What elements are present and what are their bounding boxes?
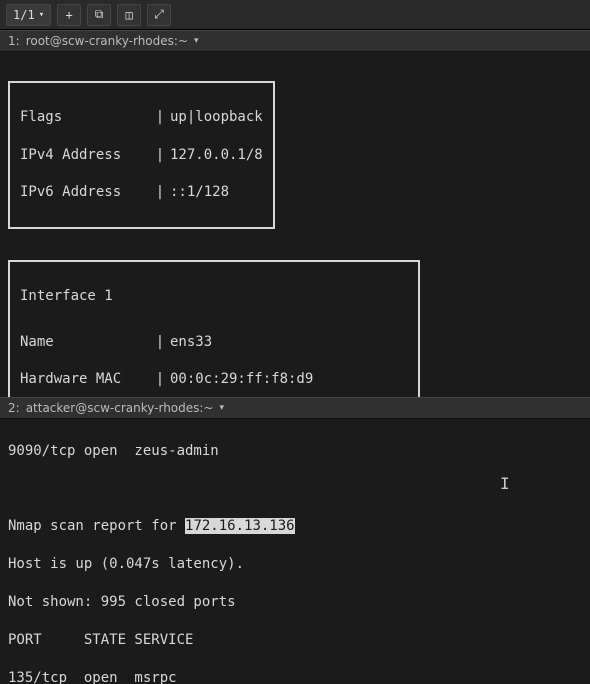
iface0-flags-val: up|loopback [170,108,263,127]
new-window-button[interactable]: ⧉ [87,4,111,26]
nmap-notshown: Not shown: 995 closed ports [8,593,582,612]
iface0-ipv4-key: IPv4 Address [20,146,150,165]
detach-icon: ⤢ [154,7,164,22]
iface0-ipv6-key: IPv6 Address [20,183,150,202]
top-toolbar: 1/1 ▾ + ⧉ ◫ ⤢ [0,0,590,30]
iface0-ipv6-val: ::1/128 [170,183,229,202]
pane2-titlebar[interactable]: 2: attacker@scw-cranky-rhodes:~ ▾ [0,397,590,419]
interface1-table: Interface 1 Name|ens33 Hardware MAC|00:0… [8,260,420,397]
text-cursor-icon: I [500,473,510,495]
pane2-index: 2: [8,401,20,415]
chevron-down-icon[interactable]: ▾ [220,403,225,413]
pane1-title-text: root@scw-cranky-rhodes:~ [26,34,188,48]
pane2-title-text: attacker@scw-cranky-rhodes:~ [26,401,214,415]
detach-button[interactable]: ⤢ [147,4,171,26]
pane1-index: 1: [8,34,20,48]
iface0-ipv4-val: 127.0.0.1/8 [170,146,263,165]
add-tab-button[interactable]: + [57,4,81,26]
new-window-icon: ⧉ [95,7,104,22]
iface1-mac-val: 00:0c:29:ff:f8:d9 [170,370,313,389]
pane1-titlebar[interactable]: 1: root@scw-cranky-rhodes:~ ▾ [0,30,590,52]
split-button[interactable]: ◫ [117,4,141,26]
nmap-line-prev: 9090/tcp open zeus-admin [8,442,582,461]
nmap-row: 135/tcp open msrpc [8,669,582,684]
iface1-header: Interface 1 [20,287,408,306]
nmap-hostup: Host is up (0.047s latency). [8,555,582,574]
pane2-terminal[interactable]: 9090/tcp open zeus-admin Nmap scan repor… [0,419,590,684]
iface1-name-val: ens33 [170,333,212,352]
iface1-name-key: Name [20,333,150,352]
interface0-table: Flags|up|loopback IPv4 Address|127.0.0.1… [8,81,275,229]
chevron-down-icon: ▾ [39,10,44,20]
pane1-terminal[interactable]: Flags|up|loopback IPv4 Address|127.0.0.1… [0,52,590,397]
nmap-header: PORT STATE SERVICE [8,631,582,650]
iface1-mac-key: Hardware MAC [20,370,150,389]
chevron-down-icon[interactable]: ▾ [194,36,199,46]
tab-counter-label: 1/1 [13,8,35,22]
nmap-ip-highlight: 172.16.13.136 [185,518,295,534]
nmap-report-line: Nmap scan report for 172.16.13.136 [8,517,582,536]
tab-counter-button[interactable]: 1/1 ▾ [6,4,51,26]
iface0-flags-key: Flags [20,108,150,127]
split-icon: ◫ [125,8,132,22]
plus-icon: + [65,8,72,22]
